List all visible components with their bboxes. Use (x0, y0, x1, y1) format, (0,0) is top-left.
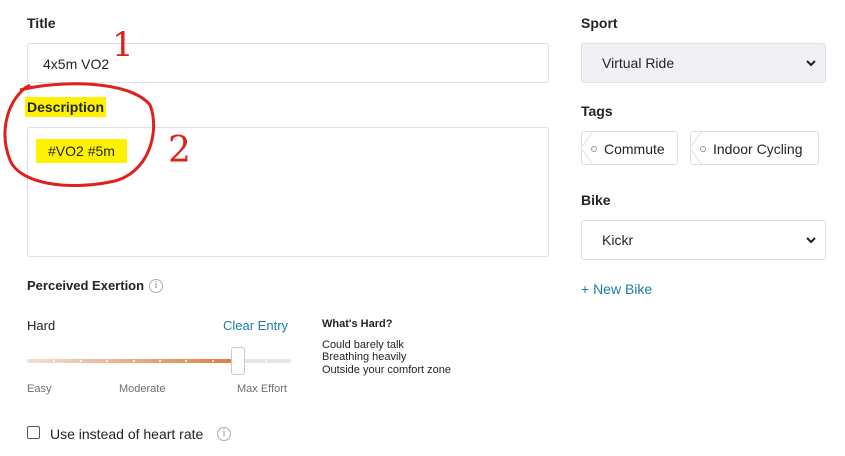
chevron-down-icon (806, 237, 816, 244)
info-icon[interactable]: i (149, 279, 163, 293)
tag-indoor-cycling[interactable]: Indoor Cycling (690, 131, 819, 165)
slider-tick (185, 360, 187, 362)
bike-select[interactable]: Kickr (581, 220, 826, 260)
heart-rate-checkbox[interactable] (27, 426, 40, 439)
tag-commute[interactable]: Commute (581, 131, 678, 165)
exertion-label: Perceived Exertion (27, 278, 145, 293)
tag-hole-icon (700, 146, 706, 152)
help-title: What's Hard? (322, 318, 393, 330)
clear-entry-link[interactable]: Clear Entry (223, 318, 288, 333)
title-input[interactable]: 4x5m VO2 (27, 43, 549, 83)
scale-max-label: Max Effort (237, 383, 287, 395)
bike-selected: Kickr (602, 232, 634, 248)
slider-tick (212, 360, 214, 362)
sport-select[interactable]: Virtual Ride (581, 43, 826, 83)
heart-rate-label[interactable]: Use instead of heart rate (50, 426, 203, 442)
chevron-down-icon (806, 60, 816, 67)
slider-tick (106, 360, 108, 362)
tag-label: Commute (604, 141, 665, 157)
help-line-2: Breathing heavily (322, 351, 407, 363)
sport-selected: Virtual Ride (602, 55, 675, 71)
scale-mid-label: Moderate (119, 383, 166, 395)
tags-label: Tags (581, 103, 613, 119)
exertion-level: Hard (27, 318, 56, 333)
annotation-one: 1 (112, 25, 134, 65)
exertion-slider[interactable] (27, 347, 291, 375)
annotation-circle (3, 82, 156, 188)
slider-tick (53, 360, 55, 362)
annotation-two: 2 (168, 130, 191, 171)
sport-label: Sport (581, 15, 618, 31)
slider-tick (265, 360, 267, 362)
slider-tick (80, 360, 82, 362)
title-label: Title (27, 15, 56, 31)
help-line-1: Could barely talk (322, 339, 404, 351)
help-line-3: Outside your comfort zone (322, 364, 452, 376)
bike-label: Bike (581, 192, 611, 208)
slider-tick (133, 360, 135, 362)
scale-min-label: Easy (27, 383, 52, 395)
new-bike-link[interactable]: + New Bike (581, 281, 652, 297)
info-icon[interactable]: i (217, 427, 231, 441)
slider-tick (159, 360, 161, 362)
tag-hole-icon (591, 146, 597, 152)
title-input-value: 4x5m VO2 (43, 56, 110, 72)
tag-label: Indoor Cycling (713, 141, 803, 157)
slider-thumb[interactable] (231, 347, 245, 375)
